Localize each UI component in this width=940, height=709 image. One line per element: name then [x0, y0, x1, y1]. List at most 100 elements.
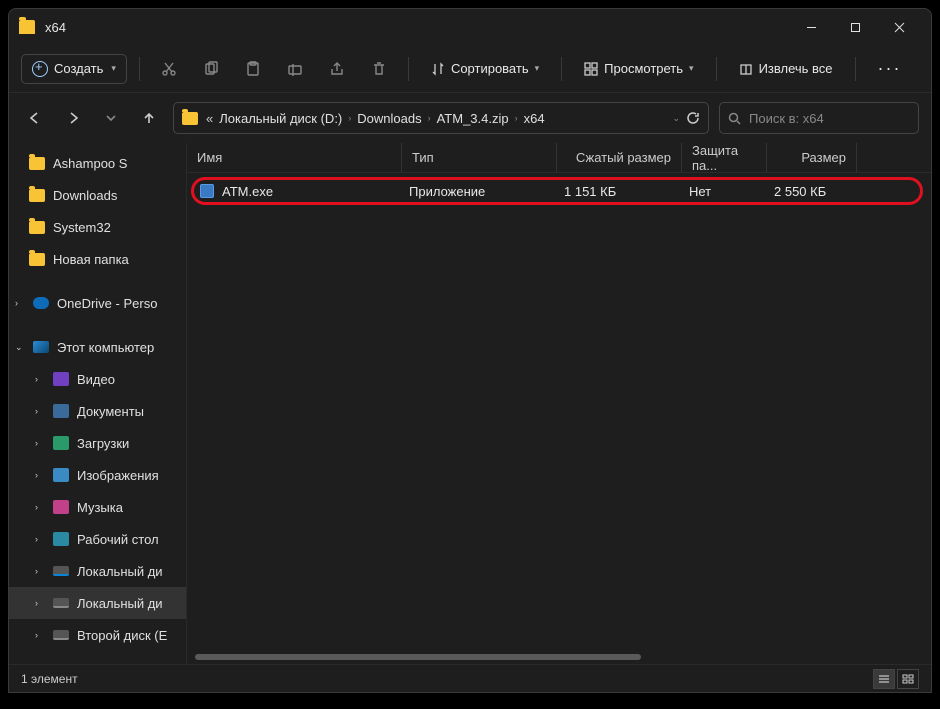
close-button[interactable] — [877, 12, 921, 42]
chevron-down-icon: ▾ — [535, 63, 540, 74]
expand-icon[interactable]: › — [35, 438, 45, 448]
breadcrumb-bar[interactable]: « Локальный диск (D:) › Downloads › ATM_… — [173, 102, 709, 134]
column-compressed[interactable]: Сжатый размер — [557, 143, 682, 172]
chevron-right-icon: › — [348, 113, 351, 123]
sidebar-label: Локальный ди — [77, 596, 163, 611]
expand-icon[interactable]: › — [35, 374, 45, 384]
up-button[interactable] — [135, 102, 163, 134]
sidebar-label: Локальный ди — [77, 564, 163, 579]
library-icon — [53, 468, 69, 482]
file-compressed: 1 151 КБ — [564, 184, 689, 199]
sidebar-item[interactable]: ⌄Этот компьютер — [9, 331, 186, 363]
folder-icon — [29, 221, 45, 234]
column-headers: Имя Тип Сжатый размер Защита па... Разме… — [187, 143, 931, 173]
extract-label: Извлечь все — [759, 61, 833, 76]
share-button[interactable] — [320, 52, 354, 86]
sidebar-item[interactable]: System32 — [9, 211, 186, 243]
copy-button[interactable] — [194, 52, 228, 86]
sidebar-item[interactable]: ›OneDrive - Perso — [9, 287, 186, 319]
extract-all-button[interactable]: Извлечь все — [729, 55, 843, 82]
expand-icon[interactable]: › — [35, 406, 45, 416]
expand-icon[interactable]: › — [35, 630, 45, 640]
expand-icon[interactable]: ⌄ — [15, 342, 25, 353]
sidebar-item[interactable]: › Второй диск (E — [9, 619, 186, 651]
breadcrumb-item[interactable]: Downloads — [357, 111, 421, 126]
sidebar-item[interactable]: Новая папка — [9, 243, 186, 275]
paste-button[interactable] — [236, 52, 270, 86]
sidebar-item[interactable]: Ashampoo S — [9, 147, 186, 179]
title-bar[interactable]: x64 — [9, 9, 931, 45]
minimize-button[interactable] — [789, 12, 833, 42]
file-row[interactable]: ATM.exe Приложение 1 151 КБ Нет 2 550 КБ — [191, 177, 923, 205]
toolbar: Создать ▾ Сортировать ▾ Просмотреть ▾ Из… — [9, 45, 931, 93]
column-type[interactable]: Тип — [402, 143, 557, 172]
sidebar-label: Видео — [77, 372, 115, 387]
chevron-down-icon: ▾ — [689, 63, 694, 74]
sort-button[interactable]: Сортировать ▾ — [421, 55, 549, 82]
rename-button[interactable] — [278, 52, 312, 86]
file-list-pane: Имя Тип Сжатый размер Защита па... Разме… — [187, 143, 931, 664]
view-label: Просмотреть — [604, 61, 683, 76]
details-view-button[interactable] — [873, 669, 895, 689]
separator — [561, 57, 562, 81]
chevron-right-icon: › — [428, 113, 431, 123]
file-type: Приложение — [409, 184, 564, 199]
horizontal-scrollbar[interactable] — [195, 654, 641, 660]
navigation-pane[interactable]: Ashampoo S Downloads System32 Новая папка ›O… — [9, 143, 187, 664]
refresh-icon[interactable] — [686, 111, 700, 125]
sidebar-label: Изображения — [77, 468, 159, 483]
recent-button[interactable] — [97, 102, 125, 134]
window-title: x64 — [45, 20, 789, 35]
column-size[interactable]: Размер — [767, 143, 857, 172]
separator — [716, 57, 717, 81]
drive-icon — [53, 598, 69, 608]
back-button[interactable] — [21, 102, 49, 134]
expand-icon[interactable]: › — [35, 598, 45, 608]
more-button[interactable]: ··· — [868, 52, 912, 85]
folder-icon — [19, 20, 35, 34]
address-bar: « Локальный диск (D:) › Downloads › ATM_… — [9, 93, 931, 143]
forward-button[interactable] — [59, 102, 87, 134]
sidebar-label: System32 — [53, 220, 111, 235]
expand-icon[interactable]: › — [15, 298, 25, 308]
sidebar-label: Второй диск (E — [77, 628, 167, 643]
sidebar-item[interactable]: ›Рабочий стол — [9, 523, 186, 555]
column-name[interactable]: Имя — [187, 143, 402, 172]
expand-icon[interactable]: › — [35, 566, 45, 576]
column-protection[interactable]: Защита па... — [682, 143, 767, 172]
view-button[interactable]: Просмотреть ▾ — [574, 55, 703, 82]
breadcrumb-overflow: « — [206, 111, 213, 126]
expand-icon[interactable]: › — [35, 534, 45, 544]
sidebar-item[interactable]: › Локальный ди — [9, 555, 186, 587]
maximize-button[interactable] — [833, 12, 877, 42]
expand-icon[interactable]: › — [35, 502, 45, 512]
chevron-down-icon[interactable]: ⌄ — [672, 113, 680, 124]
cut-button[interactable] — [152, 52, 186, 86]
library-icon — [53, 500, 69, 514]
file-protection: Нет — [689, 184, 774, 199]
sidebar-item[interactable]: › Видео — [9, 363, 186, 395]
sort-label: Сортировать — [451, 61, 529, 76]
explorer-window: x64 Создать ▾ Сортировать ▾ Просмотреть — [8, 8, 932, 693]
breadcrumb-item[interactable]: x64 — [524, 111, 545, 126]
sidebar-item[interactable]: ›Загрузки — [9, 427, 186, 459]
breadcrumb-item[interactable]: ATM_3.4.zip — [437, 111, 509, 126]
sidebar-item[interactable]: Downloads — [9, 179, 186, 211]
sidebar-item[interactable]: › Музыка — [9, 491, 186, 523]
new-button[interactable]: Создать ▾ — [21, 54, 127, 84]
sidebar-label: Downloads — [53, 188, 117, 203]
status-bar: 1 элемент — [9, 664, 931, 692]
sidebar-label: Музыка — [77, 500, 123, 515]
item-count: 1 элемент — [21, 672, 78, 686]
sidebar-item[interactable]: › Изображения — [9, 459, 186, 491]
separator — [855, 57, 856, 81]
delete-button[interactable] — [362, 52, 396, 86]
sidebar-item[interactable]: ›Документы — [9, 395, 186, 427]
search-input[interactable]: Поиск в: x64 — [719, 102, 919, 134]
chevron-down-icon: ▾ — [111, 63, 116, 74]
thumbnail-view-button[interactable] — [897, 669, 919, 689]
sidebar-label: Новая папка — [53, 252, 129, 267]
breadcrumb-item[interactable]: Локальный диск (D:) — [219, 111, 342, 126]
sidebar-item[interactable]: › Локальный ди — [9, 587, 186, 619]
expand-icon[interactable]: › — [35, 470, 45, 480]
